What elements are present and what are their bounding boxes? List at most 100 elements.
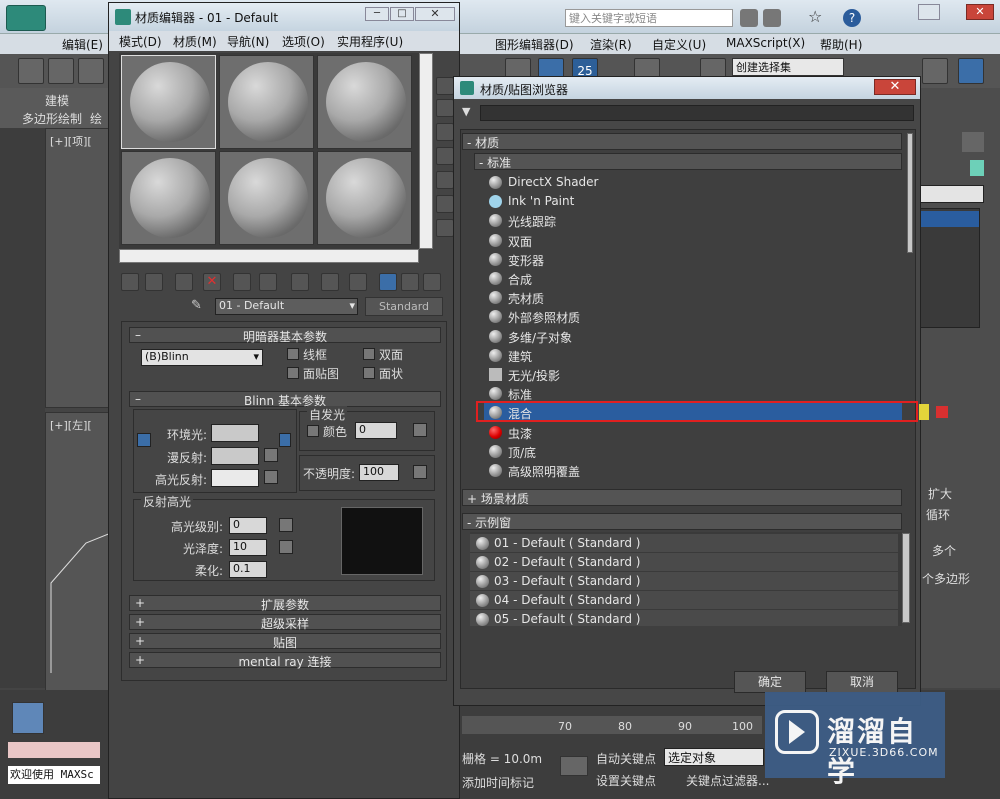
go-forward-icon[interactable] xyxy=(423,273,441,291)
bind-icon[interactable] xyxy=(78,58,104,84)
list-scrollbar[interactable] xyxy=(907,133,913,253)
modifier-stack[interactable] xyxy=(920,208,980,328)
sample-slot-3[interactable] xyxy=(317,55,412,149)
ok-button[interactable]: 确定 xyxy=(734,671,806,693)
background-icon[interactable] xyxy=(436,123,454,141)
viewport-label[interactable]: [+][项][ xyxy=(50,133,92,149)
close-button[interactable]: ✕ xyxy=(966,4,994,20)
key-icon[interactable] xyxy=(763,9,781,27)
app-logo[interactable] xyxy=(6,5,46,31)
browser-search-input[interactable] xyxy=(480,105,914,121)
ribbon-sub-draw[interactable]: 绘 xyxy=(90,110,102,127)
extended-params-rollout[interactable]: + 扩展参数 xyxy=(129,595,441,612)
menu-graph-editors[interactable]: 图形编辑器(D) xyxy=(495,36,574,53)
options-icon[interactable] xyxy=(436,219,454,237)
lock-icon[interactable] xyxy=(137,433,151,447)
show-end-result-icon[interactable] xyxy=(379,273,397,291)
face-map-checkbox[interactable] xyxy=(287,367,299,379)
sample-slot-5[interactable] xyxy=(219,151,314,245)
faceted-checkbox[interactable] xyxy=(363,367,375,379)
viewport-top[interactable]: [+][项][ xyxy=(45,128,110,408)
me-maximize-button[interactable]: □ xyxy=(390,7,414,21)
browser-options-icon[interactable]: ▼ xyxy=(462,105,476,119)
sample-slot-2[interactable] xyxy=(219,55,314,149)
section-sample-slots[interactable]: - 示例窗 xyxy=(462,513,902,530)
spec-level-spinner[interactable]: 0 xyxy=(229,517,267,534)
material-item[interactable]: 顶/底 xyxy=(484,442,902,461)
material-item[interactable]: 双面 xyxy=(484,231,902,250)
menu-rendering[interactable]: 渲染(R) xyxy=(590,36,632,53)
label-multiple[interactable]: 多个 xyxy=(932,542,956,559)
specular-swatch[interactable] xyxy=(211,469,259,487)
key-mode-icon[interactable] xyxy=(560,756,588,776)
material-item[interactable]: 外部参照材质 xyxy=(484,307,902,326)
self-illum-spinner[interactable]: 0 xyxy=(355,422,397,439)
viewport-layout-icon[interactable] xyxy=(12,702,44,734)
menu-customize[interactable]: 自定义(U) xyxy=(652,36,706,53)
sample-scrollbar[interactable] xyxy=(902,533,910,623)
ribbon-tab-modeling[interactable]: 建模 xyxy=(45,92,69,109)
sample-slot-4[interactable] xyxy=(121,151,216,245)
eyedropper-icon[interactable]: ✎ xyxy=(191,298,207,314)
layer-icon[interactable] xyxy=(922,58,948,84)
me-minimize-button[interactable]: ─ xyxy=(365,7,389,21)
material-item[interactable]: 光线跟踪 xyxy=(484,211,902,230)
assign-material-icon[interactable] xyxy=(175,273,193,291)
self-illum-color-checkbox[interactable] xyxy=(307,425,319,437)
spec-level-map-button[interactable] xyxy=(279,518,293,532)
selected-object-dropdown[interactable]: 选定对象 xyxy=(664,748,764,766)
unlink-icon[interactable] xyxy=(48,58,74,84)
shader-basic-rollout[interactable]: – 明暗器基本参数 xyxy=(129,327,441,344)
diffuse-map-button[interactable] xyxy=(264,448,278,462)
ribbon-sub-poly-draw[interactable]: 多边形绘制 xyxy=(22,110,82,127)
sample-slot-item[interactable]: 02 - Default ( Standard ) xyxy=(470,553,898,572)
blinn-basic-rollout[interactable]: – Blinn 基本参数 xyxy=(129,391,441,408)
sample-slot-item[interactable]: 05 - Default ( Standard ) xyxy=(470,610,898,626)
hammer-icon[interactable] xyxy=(962,132,984,152)
material-id-icon[interactable] xyxy=(321,273,339,291)
copy-material-icon[interactable] xyxy=(233,273,251,291)
material-item[interactable]: 变形器 xyxy=(484,250,902,269)
binoculars-icon[interactable] xyxy=(740,9,758,27)
self-illum-map-button[interactable] xyxy=(413,423,427,437)
section-scene-materials[interactable]: + 场景材质 xyxy=(462,489,902,506)
key-filters-button[interactable]: 关键点过滤器... xyxy=(686,772,769,789)
color-swatch[interactable] xyxy=(970,160,984,176)
glossiness-spinner[interactable]: 10 xyxy=(229,539,267,556)
specular-map-button[interactable] xyxy=(264,470,278,484)
sample-scrollbar-v[interactable] xyxy=(419,53,433,249)
menu-help[interactable]: 帮助(H) xyxy=(820,36,862,53)
material-item[interactable]: 无光/投影 xyxy=(484,365,902,384)
material-item[interactable]: 建筑 xyxy=(484,346,902,365)
maps-rollout[interactable]: + 贴图 xyxy=(129,633,441,650)
window-icon[interactable] xyxy=(958,58,984,84)
search-input[interactable]: 键入关键字或短语 xyxy=(565,9,733,27)
material-item[interactable]: DirectX Shader xyxy=(484,173,902,192)
opacity-spinner[interactable]: 100 xyxy=(359,464,399,481)
material-item[interactable]: 虫漆 xyxy=(484,423,902,442)
set-key-button[interactable]: 设置关键点 xyxy=(596,772,656,789)
two-sided-checkbox[interactable] xyxy=(363,348,375,360)
menu-navigation[interactable]: 导航(N) xyxy=(227,33,269,50)
material-type-button[interactable]: Standard xyxy=(365,297,443,316)
auto-key-button[interactable]: 自动关键点 xyxy=(596,750,656,767)
backlight-icon[interactable] xyxy=(436,99,454,117)
lock-icon[interactable] xyxy=(279,433,291,447)
shader-dropdown[interactable]: (B)Blinn ▾ xyxy=(141,349,263,366)
star-icon[interactable]: ☆ xyxy=(808,7,822,26)
modifier-dropdown[interactable] xyxy=(920,185,984,203)
make-unique-icon[interactable] xyxy=(259,273,277,291)
menu-edit[interactable]: 编辑(E) xyxy=(62,36,103,53)
video-color-icon[interactable] xyxy=(436,171,454,189)
put-to-scene-icon[interactable] xyxy=(145,273,163,291)
supersampling-rollout[interactable]: + 超级采样 xyxy=(129,614,441,631)
menu-options[interactable]: 选项(O) xyxy=(282,33,325,50)
menu-material[interactable]: 材质(M) xyxy=(173,33,217,50)
sample-slot-1[interactable] xyxy=(121,55,216,149)
ambient-swatch[interactable] xyxy=(211,424,259,442)
link-icon[interactable] xyxy=(18,58,44,84)
diffuse-swatch[interactable] xyxy=(211,447,259,465)
section-materials[interactable]: - 材质 xyxy=(462,133,902,150)
glossiness-map-button[interactable] xyxy=(279,540,293,554)
wire-checkbox[interactable] xyxy=(287,348,299,360)
